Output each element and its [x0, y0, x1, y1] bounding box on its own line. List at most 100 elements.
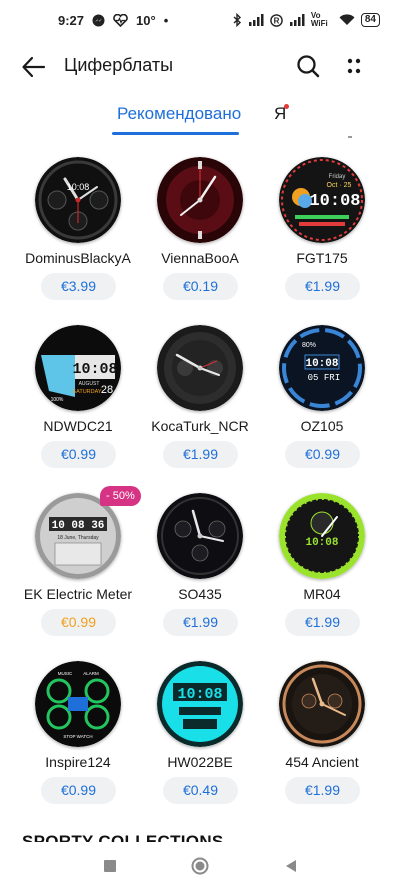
price-button[interactable]: €0.19 [163, 273, 238, 300]
watch-preview-so435 [157, 493, 243, 579]
watch-card-454-ancient[interactable]: 454 Ancient €1.99 [258, 654, 386, 819]
tab-bar: Рекомендовано Я [0, 96, 400, 136]
preview-month: AUGUST [79, 381, 100, 387]
watch-name: ViennaBooA [161, 250, 239, 266]
price-button[interactable]: €1.99 [285, 609, 360, 636]
watch-name: NDWDC21 [43, 418, 113, 434]
status-time: 9:27 [58, 12, 85, 28]
watch-name: Inspire124 [45, 754, 111, 770]
status-more-dots: • [163, 12, 169, 28]
watch-preview-oz105: 10:08 05 FRI 80% [279, 325, 365, 411]
bluetooth-icon [232, 13, 242, 27]
preview-day: Friday [329, 174, 346, 180]
price-button[interactable]: €0.99 [285, 441, 360, 468]
watch-name: FGT175 [296, 250, 348, 266]
home-circle-icon [191, 857, 209, 875]
messenger-icon [92, 14, 105, 27]
recents-button[interactable] [100, 856, 120, 876]
watch-preview-inspire124: MUSIC ALARM STOP WATCH [35, 661, 121, 747]
price-button[interactable]: €1.99 [285, 273, 360, 300]
preview-time: 10:08 [67, 182, 90, 192]
watch-preview-454-ancient [279, 661, 365, 747]
preview-time: 10:08 [305, 537, 338, 549]
preview-alarm: ALARM [83, 671, 99, 676]
preview-percent: 100% [51, 397, 64, 403]
preview-weekday: FRI [324, 373, 340, 383]
wifi-icon [339, 14, 355, 26]
search-button[interactable] [294, 52, 322, 80]
preview-time: 10:08 [177, 686, 222, 703]
navigation-bar [0, 842, 400, 889]
preview-date: 18 June, Thursday [57, 535, 99, 541]
search-icon [297, 55, 320, 78]
preview-time: 10:08 [309, 192, 360, 211]
preview-stopwatch: STOP WATCH [63, 734, 92, 739]
watch-name: EK Electric Meter [23, 586, 133, 602]
battery-indicator: 84 [360, 13, 380, 27]
price-button[interactable]: €1.99 [285, 777, 360, 804]
preview-time: 10:08 [305, 358, 338, 370]
svg-text:R: R [273, 16, 279, 25]
status-bar: 9:27 10° • R Vo WiFi 84 [0, 0, 400, 40]
watch-card-fgt175[interactable]: Oct · 25 Friday 10:08 FGT175 €1.99 [258, 150, 386, 315]
watch-name: HW022BE [167, 754, 233, 770]
watch-name: OZ105 [300, 418, 344, 434]
price-button[interactable]: €0.99 [41, 609, 116, 636]
watch-name: MR04 [303, 586, 341, 602]
recents-square-icon [104, 860, 116, 872]
home-button[interactable] [190, 856, 210, 876]
nav-back-button[interactable] [281, 856, 301, 876]
watch-card-hw022be[interactable]: 10:08 HW022BE €0.49 [136, 654, 264, 819]
preview-weekday: SATURDAY [72, 389, 101, 395]
page-title: Циферблаты [64, 55, 174, 75]
registered-icon: R [270, 13, 283, 27]
watch-name: DominusBlackyA [25, 250, 131, 266]
price-button[interactable]: €0.99 [41, 441, 116, 468]
watch-preview-ndwdc21: 10:08 AUGUST SATURDAY 28 100% [35, 325, 121, 411]
discount-badge: - 50% [100, 486, 141, 506]
watch-card-kocaturk-ncr[interactable]: KocaTurk_NCR €1.99 [136, 318, 264, 483]
watch-name: 454 Ancient [285, 754, 359, 770]
back-triangle-icon [286, 860, 296, 872]
price-button[interactable]: €0.99 [41, 777, 116, 804]
scroll-hint [348, 136, 352, 138]
watch-card-ek-electric-meter[interactable]: 10 08 36 18 June, Thursday - 50% EK Elec… [14, 486, 142, 651]
preview-date: Oct · 25 [327, 182, 352, 189]
price-button[interactable]: €1.99 [163, 609, 238, 636]
notification-dot [284, 104, 289, 109]
watch-card-mr04[interactable]: 10:08 MR04 €1.99 [258, 486, 386, 651]
price-button[interactable]: €0.49 [163, 777, 238, 804]
watch-name: SO435 [178, 586, 222, 602]
more-vertical-dots-icon [347, 58, 361, 74]
watch-preview-hw022be: 10:08 [157, 661, 243, 747]
watch-preview-mr04: 10:08 [279, 493, 365, 579]
watch-preview-fgt175: Oct · 25 Friday 10:08 [279, 157, 365, 243]
watch-preview-kocaturk-ncr [157, 325, 243, 411]
price-button[interactable]: €1.99 [163, 441, 238, 468]
preview-time: 10:08 [72, 361, 117, 378]
watch-card-so435[interactable]: SO435 €1.99 [136, 486, 264, 651]
preview-percent: 80% [302, 342, 316, 349]
more-options-button[interactable] [340, 52, 368, 80]
preview-music: MUSIC [58, 671, 73, 676]
back-arrow-icon [22, 56, 46, 78]
watch-card-inspire124[interactable]: MUSIC ALARM STOP WATCH Inspire124 €0.99 [14, 654, 142, 819]
watch-card-dominusblackya[interactable]: 10:08 DominusBlackyA €3.99 [14, 150, 142, 315]
watch-card-viennabooa[interactable]: ViennaBooA €0.19 [136, 150, 264, 315]
app-bar: Циферблаты [0, 40, 400, 94]
back-button[interactable] [20, 53, 48, 81]
status-temperature: 10° [136, 12, 156, 28]
signal-icon [248, 14, 264, 26]
preview-day: 28 [101, 384, 113, 396]
watch-preview-dominusblackya: 10:08 [35, 157, 121, 243]
price-button[interactable]: €3.99 [41, 273, 116, 300]
watch-preview-viennabooa [157, 157, 243, 243]
watch-card-ndwdc21[interactable]: 10:08 AUGUST SATURDAY 28 100% NDWDC21 €0… [14, 318, 142, 483]
preview-day: 05 [308, 373, 319, 383]
tab-recommended[interactable]: Рекомендовано [117, 104, 241, 124]
signal-icon-2 [289, 14, 305, 26]
watch-card-oz105[interactable]: 10:08 05 FRI 80% OZ105 €0.99 [258, 318, 386, 483]
active-tab-indicator [112, 132, 239, 135]
status-network: Vo WiFi [310, 11, 328, 28]
heart-rate-icon [113, 13, 128, 27]
